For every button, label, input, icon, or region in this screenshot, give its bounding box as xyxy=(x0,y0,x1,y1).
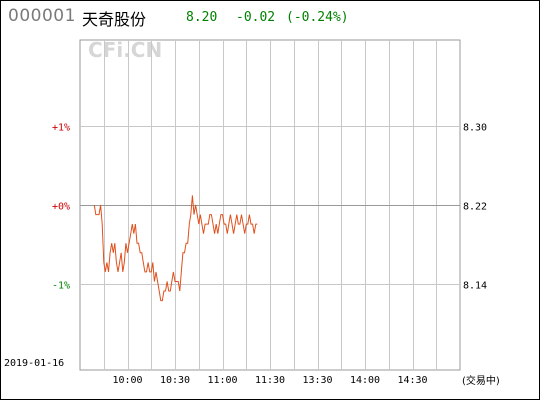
x-tick-label: 14:30 xyxy=(397,375,427,386)
trade-date: 2019-01-16 xyxy=(4,358,64,369)
trading-status: (交易中) xyxy=(462,374,500,387)
intraday-chart: CFi.CN+1%+0%-1%8.308.228.1410:00 10:30 11:… xyxy=(4,38,500,387)
y-left-tick-label: +1% xyxy=(52,123,70,134)
x-tick-label: 14:00 xyxy=(350,375,380,386)
x-tick-label: 11:30 xyxy=(255,375,285,386)
x-tick-label: 10:30 xyxy=(160,375,190,386)
x-tick-label: 13:30 xyxy=(302,375,332,386)
y-right-tick-label: 8.30 xyxy=(463,123,487,134)
x-tick-label: 10:00 xyxy=(112,375,142,386)
y-left-tick-label: -1% xyxy=(52,281,70,292)
x-tick-label: 11:00 xyxy=(207,375,237,386)
y-right-tick-label: 8.22 xyxy=(463,202,487,213)
y-left-tick-label: +0% xyxy=(52,202,70,213)
y-right-tick-label: 8.14 xyxy=(463,281,487,292)
